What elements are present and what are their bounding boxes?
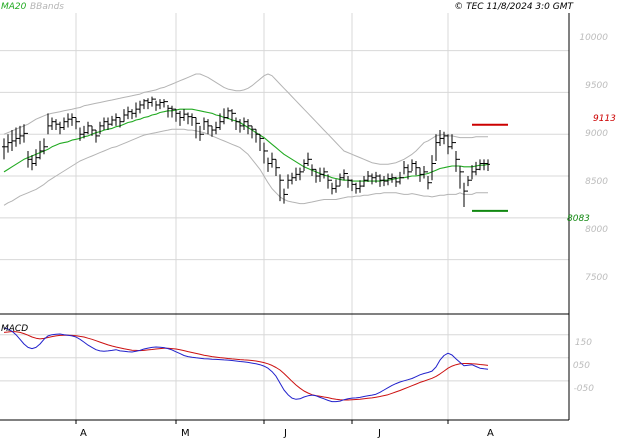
month-label: A [80,428,87,439]
copyright-label: © TEC 11/8/2024 3:0 GMT [454,2,574,12]
month-label: J [283,428,287,439]
price-tick-label: 7500 [585,273,608,283]
chart-svg: 10000 9500 9000 8500 8000 7500 150 050 -… [0,0,627,440]
macd-tick-label: -050 [574,384,595,394]
resistance-label: 9113 [593,114,616,124]
bbands-legend: BBands [30,2,64,12]
price-tick-label: 9500 [585,81,608,91]
price-tick-label: 10000 [579,33,608,43]
price-tick-label: 8000 [585,225,608,235]
ma20-legend: MA20 [1,2,27,12]
month-label: J [377,428,381,439]
macd-title: MACD [1,324,28,334]
price-tick-label: 9000 [585,129,608,139]
macd-tick-label: 150 [575,338,592,348]
macd-tick-label: 050 [573,361,590,371]
price-tick-label: 8500 [585,177,608,187]
support-label: 8083 [567,214,590,224]
month-label: A [487,428,494,439]
chart-root: 10000 9500 9000 8500 8000 7500 150 050 -… [0,0,627,440]
month-label: M [181,428,190,439]
